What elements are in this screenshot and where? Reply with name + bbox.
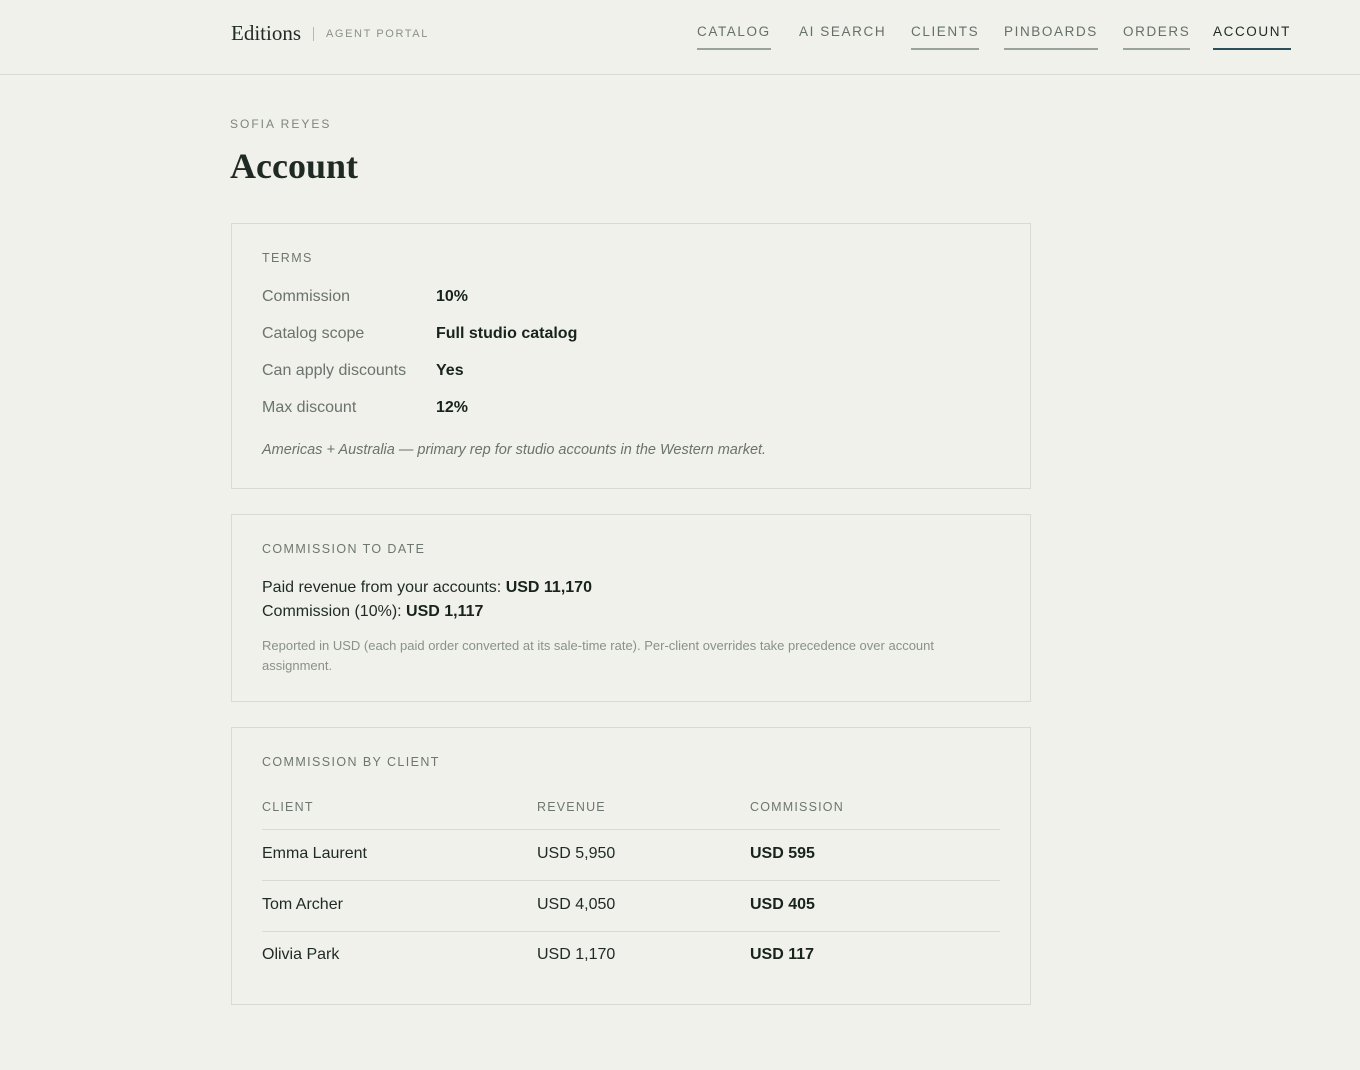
- table-header: CLIENT REVENUE COMMISSION: [262, 800, 1000, 830]
- terms-note: Americas + Australia — primary rep for s…: [262, 442, 767, 458]
- commission-by-client-title: COMMISSION BY CLIENT: [262, 755, 440, 769]
- table-row: Emma Laurent USD 5,950 USD 595: [262, 830, 1000, 881]
- currency-note: Reported in USD (each paid order convert…: [262, 638, 934, 673]
- brand-divider: [313, 27, 314, 41]
- paid-revenue-label: Paid revenue from your accounts:: [262, 579, 506, 596]
- page-title: Account: [230, 146, 358, 186]
- term-value: 10%: [436, 288, 469, 305]
- table-row: Olivia Park USD 1,170 USD 117: [262, 931, 1000, 982]
- column-header-commission: COMMISSION: [750, 800, 844, 814]
- client-commission: USD 117: [750, 946, 815, 963]
- paid-revenue-line: Paid revenue from your accounts: USD 11,…: [262, 579, 592, 597]
- column-header-revenue: REVENUE: [537, 800, 606, 814]
- nav-pinboards[interactable]: PINBOARDS: [1004, 24, 1098, 50]
- term-value: Yes: [436, 362, 464, 379]
- account-owner-name: SOFIA REYES: [230, 117, 332, 131]
- commission-by-client-card: COMMISSION BY CLIENT CLIENT REVENUE COMM…: [231, 727, 1031, 1005]
- client-revenue: USD 1,170: [537, 946, 616, 963]
- client-name: Emma Laurent: [262, 845, 367, 862]
- term-label: Can apply discounts: [262, 362, 407, 379]
- term-value: 12%: [436, 399, 469, 416]
- commission-to-date-card: COMMISSION TO DATE Paid revenue from you…: [231, 514, 1031, 702]
- table-row: Tom Archer USD 4,050 USD 405: [262, 881, 1000, 932]
- terms-card: TERMS Commission 10% Catalog scope Full …: [231, 223, 1031, 489]
- client-revenue: USD 4,050: [537, 896, 616, 913]
- top-navigation-bar: Editions AGENT PORTAL CATALOG AI SEARCH …: [0, 0, 1360, 75]
- portal-label: AGENT PORTAL: [326, 28, 429, 40]
- nav-catalog[interactable]: CATALOG: [697, 24, 771, 50]
- commission-line: Commission (10%): USD 1,117: [262, 603, 483, 621]
- client-revenue: USD 5,950: [537, 845, 616, 862]
- client-commission: USD 595: [750, 845, 815, 862]
- brand-logo[interactable]: Editions: [231, 21, 301, 46]
- nav-account[interactable]: ACCOUNT: [1213, 24, 1291, 50]
- commission-to-date-title: COMMISSION TO DATE: [262, 542, 426, 556]
- term-label: Commission: [262, 288, 351, 305]
- paid-revenue-value: USD 11,170: [505, 579, 592, 596]
- nav-orders[interactable]: ORDERS: [1123, 24, 1191, 50]
- commission-value: USD 1,117: [406, 603, 484, 620]
- commission-label: Commission (10%):: [262, 603, 407, 620]
- term-value: Full studio catalog: [436, 325, 578, 342]
- column-header-client: CLIENT: [262, 800, 314, 814]
- client-name: Olivia Park: [262, 946, 340, 963]
- client-commission: USD 405: [750, 896, 815, 913]
- terms-title: TERMS: [262, 251, 313, 265]
- client-name: Tom Archer: [262, 896, 343, 913]
- nav-clients[interactable]: CLIENTS: [911, 24, 980, 50]
- term-label: Catalog scope: [262, 325, 365, 342]
- term-label: Max discount: [262, 399, 357, 416]
- nav-ai-search[interactable]: AI SEARCH: [799, 24, 886, 48]
